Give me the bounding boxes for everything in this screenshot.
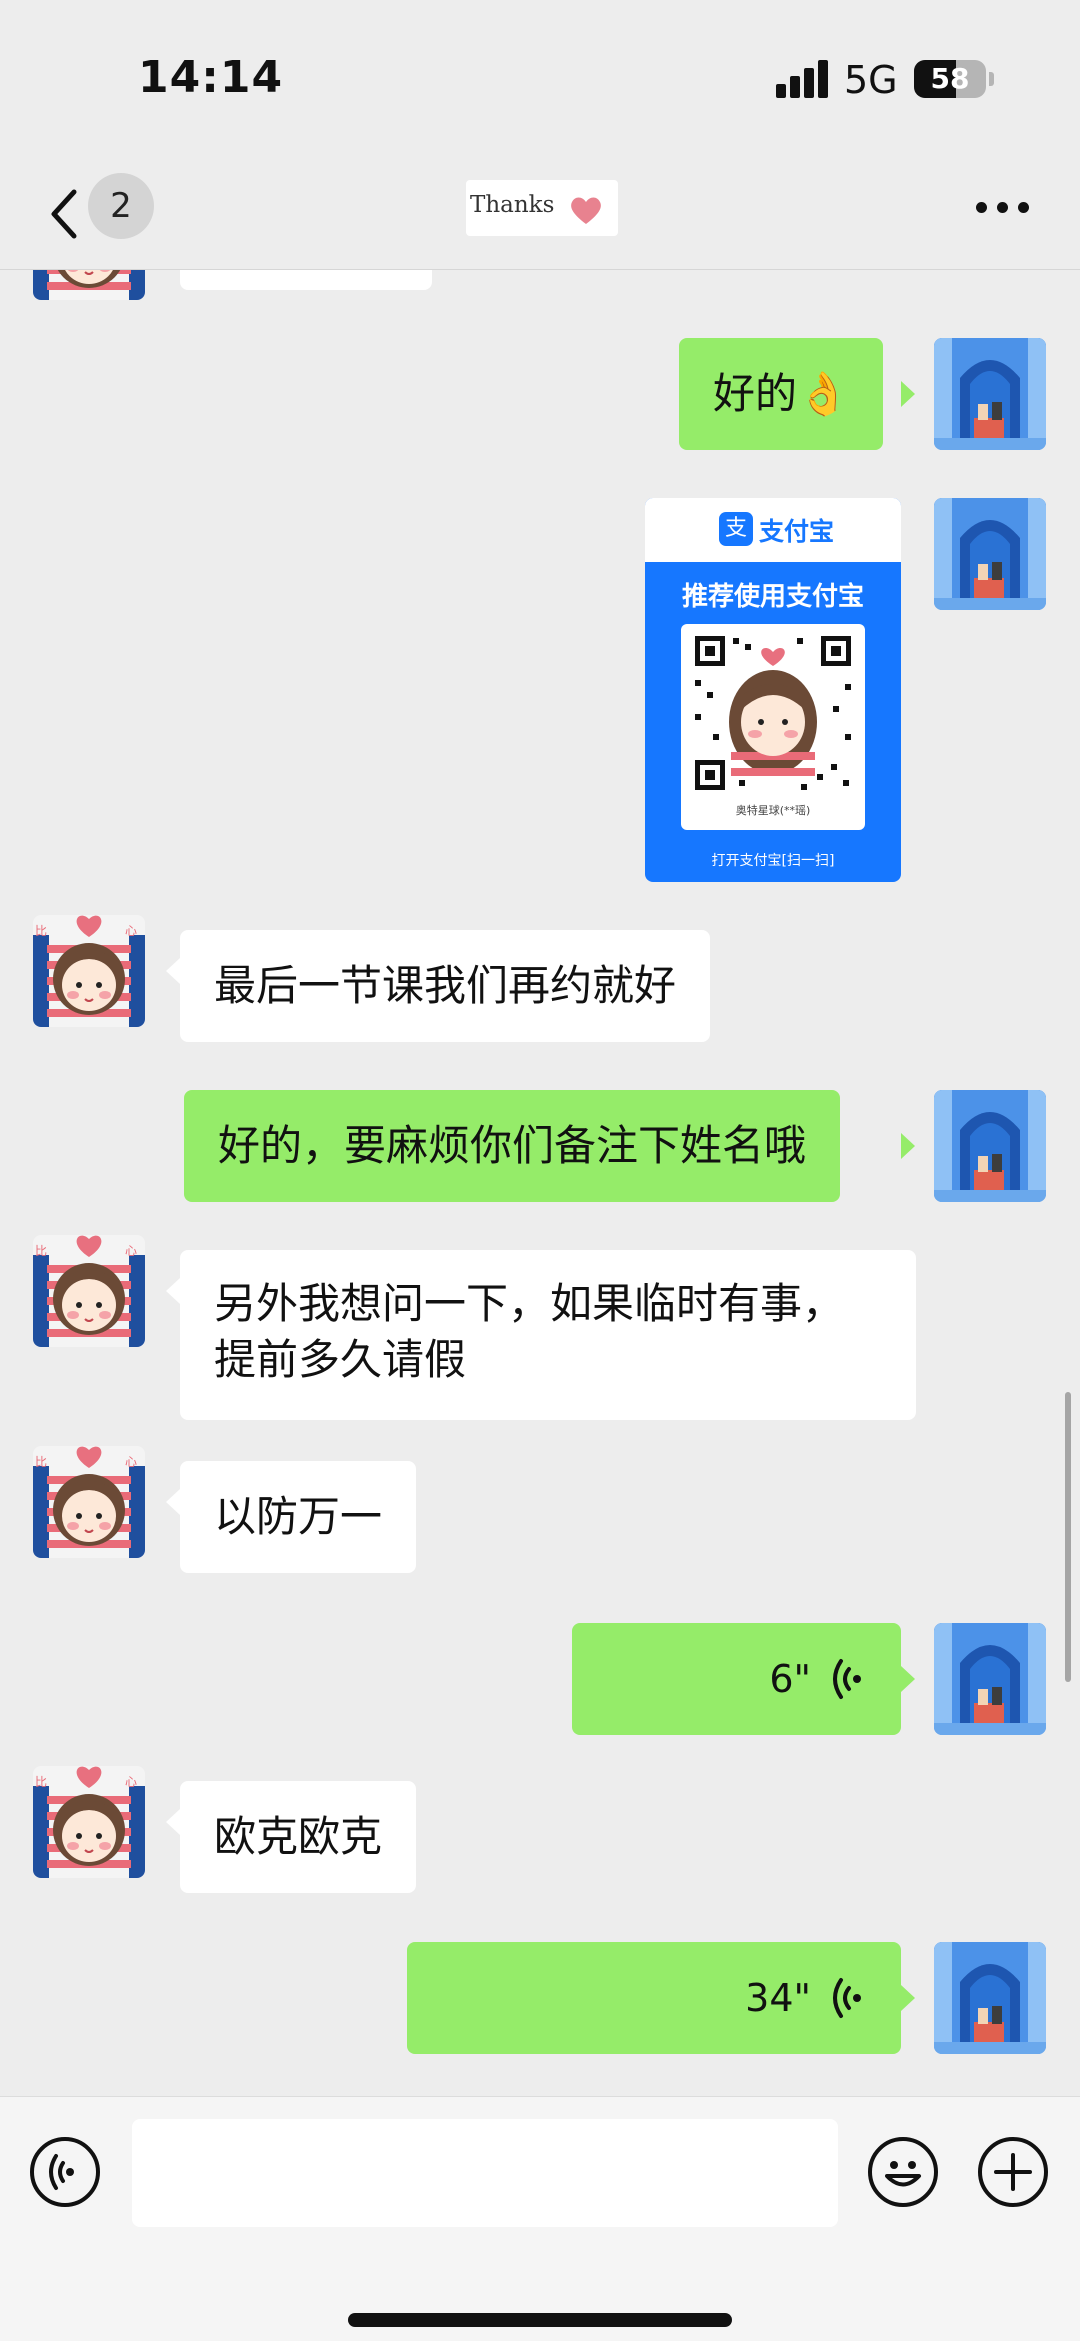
my-avatar[interactable] <box>934 1623 1046 1735</box>
cellular-signal-icon <box>776 60 830 98</box>
message-bubble-incoming[interactable]: 另外我想问一下，如果临时有事， 提前多久请假 <box>180 1250 916 1420</box>
alipay-qr-card[interactable]: 支 支付宝 推荐使用支付宝 奥特星球(**瑶) 打开支付宝[扫一扫] <box>645 498 901 882</box>
bubble-tail <box>166 1809 180 1835</box>
voice-input-icon <box>49 2154 74 2190</box>
more-options-button[interactable] <box>972 196 1034 218</box>
voice-wave-icon <box>833 1978 861 2018</box>
voice-input-button[interactable] <box>30 2137 100 2207</box>
qr-code-icon <box>695 636 851 790</box>
bubble-tail <box>901 1985 915 2011</box>
voice-message-bubble[interactable]: 6" <box>572 1623 901 1735</box>
bubble-tail <box>901 1666 915 1692</box>
message-text: 以防万一 <box>214 1492 383 1541</box>
contact-avatar[interactable] <box>33 1766 145 1878</box>
voice-message-bubble[interactable]: 34" <box>407 1942 901 2054</box>
heart-icon <box>571 197 601 224</box>
bubble-tail <box>901 381 915 407</box>
message-input[interactable] <box>132 2119 838 2227</box>
bubble-tail <box>166 1278 180 1304</box>
message-text: 另外我想问一下，如果临时有事， <box>214 1279 845 1328</box>
scrollbar[interactable] <box>1065 1392 1071 1682</box>
network-type: 5G <box>844 58 898 102</box>
my-avatar[interactable] <box>934 498 1046 610</box>
bubble-tail <box>166 958 180 984</box>
battery-level: 58 <box>930 62 970 95</box>
alipay-recommend-text: 推荐使用支付宝 <box>681 582 864 612</box>
message-bubble-outgoing[interactable]: 好的👌 <box>679 338 884 450</box>
back-button[interactable] <box>40 182 90 246</box>
message-bubble-outgoing[interactable]: 好的，要麻烦你们备注下姓名哦 <box>184 1090 841 1202</box>
chat-title[interactable]: Thanks <box>466 180 618 236</box>
message-text: 欧克欧克 <box>214 1812 383 1861</box>
voice-wave-icon <box>833 1659 861 1699</box>
message-bubble-incoming[interactable]: 欧克欧克 <box>180 1781 417 1893</box>
bubble-tail <box>166 1489 180 1515</box>
my-avatar[interactable] <box>934 1942 1046 2054</box>
voice-duration: 6" <box>769 1657 811 1701</box>
home-indicator <box>348 2313 732 2327</box>
message-bubble-partial[interactable] <box>180 270 432 290</box>
message-bubble-incoming[interactable]: 以防万一 <box>180 1461 417 1573</box>
unread-count-badge[interactable]: 2 <box>88 173 154 239</box>
message-bubble-incoming[interactable]: 最后一节课我们再约就好 <box>180 930 711 1042</box>
message-text: 好的，要麻烦你们备注下姓名哦 <box>218 1121 807 1170</box>
my-avatar[interactable] <box>934 338 1046 450</box>
message-text: 好的👌 <box>713 369 850 418</box>
qr-code: 奥特星球(**瑶) <box>681 624 865 830</box>
message-text-line2: 提前多久请假 <box>214 1335 467 1384</box>
input-bar <box>0 2096 1080 2341</box>
my-avatar[interactable] <box>934 1090 1046 1202</box>
message-text: 最后一节课我们再约就好 <box>214 961 677 1010</box>
plus-button[interactable] <box>978 2137 1048 2207</box>
battery-icon: 58 <box>914 60 986 98</box>
contact-avatar[interactable] <box>33 1235 145 1347</box>
message-list[interactable]: 好的👌 支 支付宝 推荐使用支付宝 奥特星球(**瑶) 打开支付宝[扫一扫] 最… <box>0 270 1080 2096</box>
chat-title-text: Thanks <box>470 192 555 218</box>
contact-avatar[interactable] <box>33 1446 145 1558</box>
plus-icon <box>994 2153 1032 2191</box>
alipay-scan-hint: 打开支付宝[扫一扫] <box>711 853 835 869</box>
status-bar: 14:14 5G 58 <box>0 0 1080 160</box>
battery-tip <box>989 72 994 86</box>
contact-avatar[interactable] <box>33 915 145 1027</box>
alipay-card-header: 支 支付宝 <box>645 498 901 562</box>
qr-merchant-name: 奥特星球(**瑶) <box>735 804 811 817</box>
alipay-brand: 支付宝 <box>759 517 835 546</box>
chevron-left-icon <box>51 189 77 239</box>
voice-duration: 34" <box>745 1976 811 2020</box>
emoji-button[interactable] <box>868 2137 938 2207</box>
emoji-icon <box>885 2161 921 2187</box>
contact-avatar[interactable] <box>33 270 145 300</box>
bubble-tail <box>901 1133 915 1159</box>
alipay-logo-icon: 支 <box>719 512 753 546</box>
status-time: 14:14 <box>138 52 284 103</box>
